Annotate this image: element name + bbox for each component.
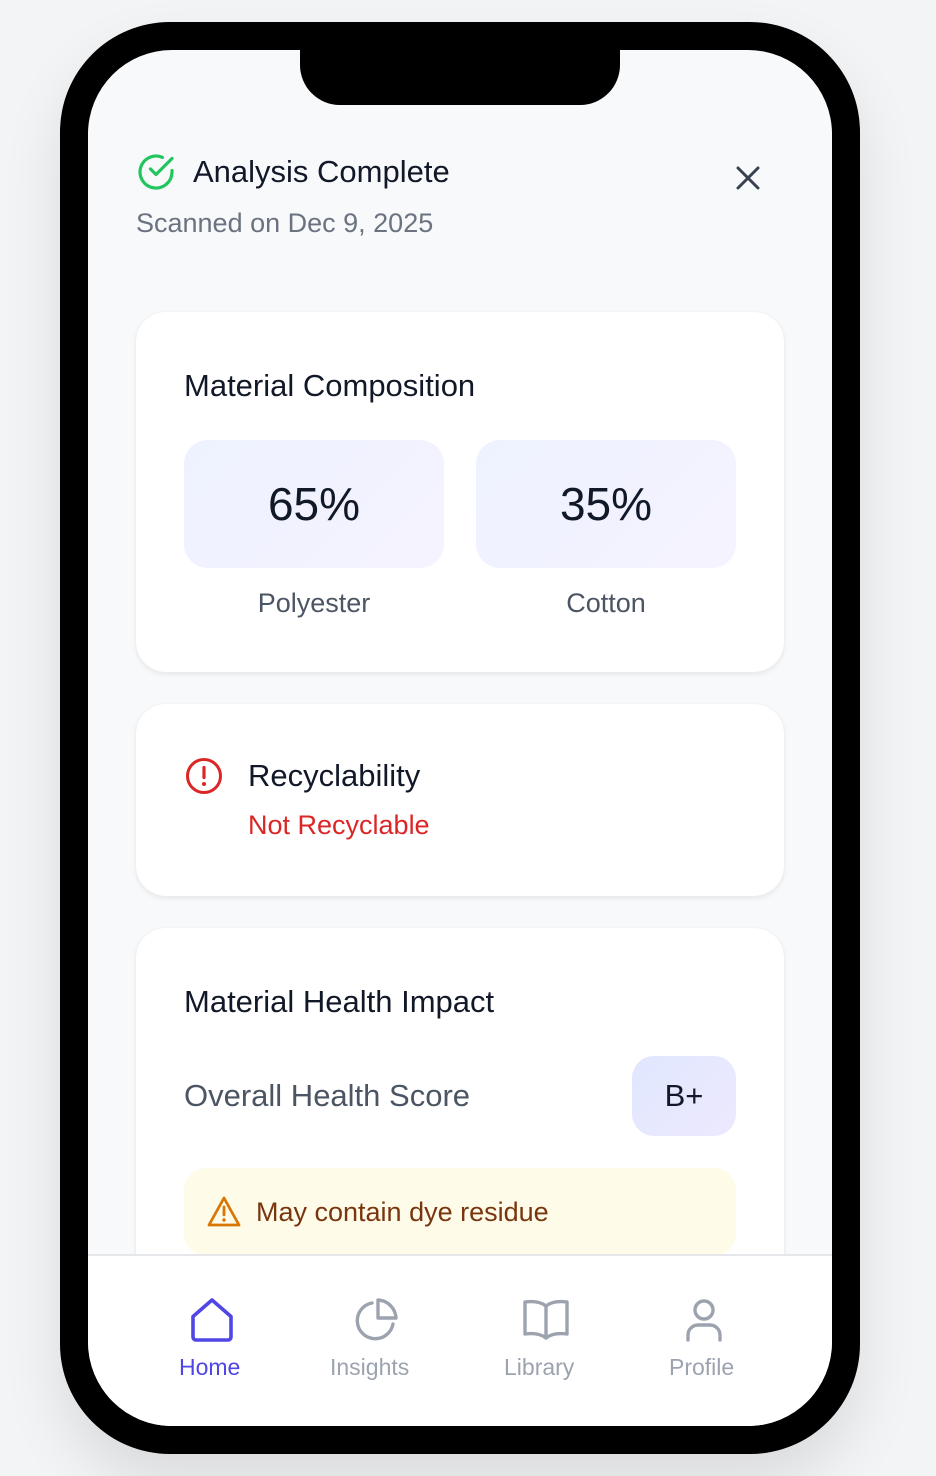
device-notch — [300, 50, 620, 105]
nav-item-profile[interactable]: Profile — [666, 1256, 746, 1396]
bottom-navigation: Home Insights Library Profile — [88, 1254, 832, 1426]
nav-label-insights: Insights — [330, 1354, 410, 1380]
composition-percent-tile: 65% — [184, 440, 444, 568]
user-icon — [678, 1294, 730, 1346]
material-composition-card: Material Composition 65% 35% Polyester C… — [136, 312, 784, 672]
close-icon — [734, 164, 762, 197]
nav-item-insights[interactable]: Insights — [328, 1256, 424, 1396]
phone-frame: Analysis Complete Scanned on Dec 9, 2025… — [60, 22, 860, 1454]
recyclability-status: Not Recyclable — [248, 810, 430, 840]
warning-text: May contain dye residue — [256, 1197, 549, 1227]
composition-material-label: Polyester — [257, 588, 371, 618]
composition-percent-tile: 35% — [476, 440, 736, 568]
health-title: Material Health Impact — [184, 984, 495, 1019]
nav-item-home[interactable]: Home — [168, 1256, 256, 1396]
app-screen: Analysis Complete Scanned on Dec 9, 2025… — [88, 50, 832, 1426]
result-header: Analysis Complete Scanned on Dec 9, 2025 — [136, 150, 776, 250]
page-title: Analysis Complete — [193, 154, 450, 189]
warning-triangle-icon — [206, 1194, 242, 1230]
health-score-label: Overall Health Score — [184, 1078, 471, 1113]
nav-item-library[interactable]: Library — [500, 1256, 596, 1396]
composition-title: Material Composition — [184, 368, 476, 403]
composition-material-label: Cotton — [566, 588, 646, 618]
nav-label-profile: Profile — [669, 1354, 735, 1380]
health-grade-badge: B+ — [632, 1056, 736, 1136]
check-circle-icon — [136, 152, 176, 192]
close-button[interactable] — [728, 160, 768, 200]
nav-label-library: Library — [504, 1354, 575, 1380]
recyclability-title: Recyclability — [248, 758, 421, 793]
nav-label-home: Home — [179, 1354, 241, 1380]
scan-date: Scanned on Dec 9, 2025 — [136, 208, 434, 238]
pie-chart-icon — [350, 1294, 402, 1346]
alert-circle-icon — [184, 756, 224, 796]
dye-warning-banner: May contain dye residue — [184, 1168, 736, 1256]
home-icon — [186, 1294, 238, 1346]
book-icon — [520, 1294, 572, 1346]
recyclability-card: Recyclability Not Recyclable — [136, 704, 784, 896]
